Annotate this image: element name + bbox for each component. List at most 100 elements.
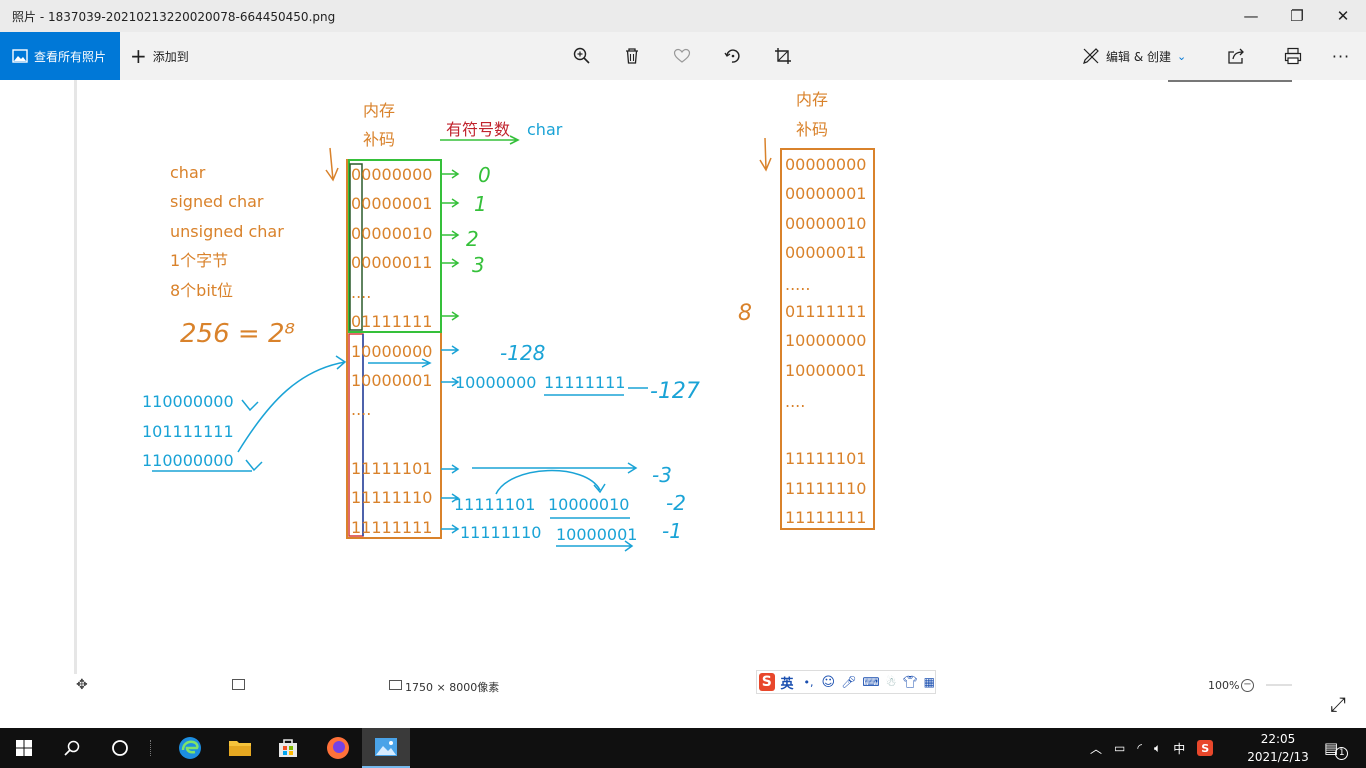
complement-header: 补码	[363, 130, 395, 149]
image-canvas: 内存 补码 有符号数 char char signed char unsigne…	[0, 80, 1366, 674]
left-value-note: 0	[478, 163, 491, 187]
taskbar-app-store[interactable]	[264, 728, 312, 768]
print-button[interactable]	[1277, 40, 1309, 72]
left-value-note: -128	[500, 341, 545, 365]
row-note: -127	[650, 379, 700, 404]
left-value-note: 127	[0, 80, 38, 85]
type-note: 1个字节	[170, 251, 228, 270]
left-binary-cell: 00000011	[351, 253, 432, 272]
left-value-note: 1	[474, 192, 487, 216]
input-language[interactable]: 中	[1173, 740, 1185, 757]
row-arrow	[441, 524, 460, 534]
toolbar: 查看所有照片 + 添加到 编辑 & 创建 ⌄ ···	[0, 32, 1366, 80]
type-note: signed char	[170, 192, 264, 211]
restore-button[interactable]: ❐	[1274, 0, 1320, 32]
row-arrow	[441, 169, 460, 179]
favorite-button[interactable]	[666, 40, 698, 72]
close-button[interactable]: ✕	[1320, 0, 1366, 32]
search-icon	[64, 740, 80, 756]
more-options-button[interactable]: ···	[1325, 40, 1357, 72]
share-button[interactable]	[1220, 40, 1252, 72]
row-arrow	[441, 230, 460, 240]
fit-window-icon[interactable]	[232, 679, 245, 690]
left-binary-cell: 11111110	[351, 488, 432, 507]
type-note: 8个bit位	[170, 281, 233, 300]
signed-number-label: 有符号数	[446, 120, 510, 139]
overflow-note: 110000000	[142, 451, 234, 470]
row-note: 10000010	[548, 495, 629, 514]
left-binary-cell: 11111101	[351, 459, 432, 478]
windows-icon	[16, 740, 32, 756]
sign-bit-marker	[349, 163, 363, 331]
punctuation-icon[interactable]: •,	[804, 676, 814, 689]
ime-mode[interactable]: 英	[781, 673, 794, 692]
emoji-icon[interactable]: ☺	[822, 675, 836, 690]
user-icon[interactable]: ☃	[886, 675, 897, 689]
search-button[interactable]	[48, 728, 96, 768]
crop-button[interactable]	[767, 40, 799, 72]
keyboard-icon[interactable]: ⌨	[862, 675, 879, 689]
printer-icon	[1284, 47, 1302, 65]
right-binary-cell: 00000011	[785, 243, 866, 262]
sogou-tray-icon[interactable]: S	[1197, 740, 1214, 756]
heart-icon	[673, 48, 691, 63]
show-hidden-icons[interactable]: ︿	[1090, 740, 1102, 757]
memory-header: 内存	[363, 101, 395, 120]
left-value-note: -3	[652, 463, 672, 487]
system-tray: ︿ ▭ ◜ 🔈︎ 中 S	[1090, 728, 1214, 768]
edge-icon	[179, 737, 201, 759]
skin-icon[interactable]: 👕︎	[902, 675, 917, 689]
start-button[interactable]	[0, 728, 48, 768]
zoom-slider[interactable]	[1266, 684, 1292, 686]
view-all-photos-label: 查看所有照片	[34, 49, 107, 64]
clock-time: 22:05	[1260, 732, 1296, 746]
add-to-button[interactable]: + 添加到	[130, 32, 189, 80]
down-arrow	[759, 137, 772, 172]
taskbar-divider	[150, 740, 153, 756]
right-binary-column: 00000000 00000001 00000010 00000011..... 011…	[785, 155, 866, 527]
left-values: 0 1 23 127 -128 -3 -2 -1	[0, 80, 686, 543]
rotate-button[interactable]	[717, 40, 749, 72]
action-center-button[interactable]: ▤ 1	[1324, 728, 1349, 768]
memory-header-right: 内存	[796, 90, 828, 109]
row-arrow	[441, 198, 460, 208]
row-arrow	[441, 311, 460, 321]
task-view-button[interactable]	[96, 728, 144, 768]
microphone-icon[interactable]: 🎤︎	[841, 675, 856, 689]
type-note: char	[170, 163, 206, 182]
fullscreen-icon[interactable]: ⤢	[1330, 692, 1346, 716]
view-all-photos-button[interactable]: 查看所有照片	[0, 32, 120, 80]
taskbar-app-edge[interactable]	[166, 728, 214, 768]
edit-create-button[interactable]: 编辑 & 创建 ⌄	[1082, 32, 1186, 80]
clock[interactable]: 22:05 2021/2/13	[1234, 730, 1322, 766]
share-icon	[1228, 48, 1244, 64]
zoom-out-icon[interactable]: −	[1241, 679, 1254, 692]
ime-toolbar: S 英 •, ☺ 🎤︎ ⌨ ☃ 👕︎ ▦	[756, 670, 936, 694]
battery-icon[interactable]: ▭	[1114, 741, 1125, 755]
taskbar-app-explorer[interactable]	[216, 728, 264, 768]
complement-header-right: 补码	[796, 120, 828, 139]
move-icon[interactable]: ✥	[76, 677, 88, 693]
photos-icon	[12, 49, 28, 63]
zoom-in-button[interactable]	[566, 40, 598, 72]
positive-range-box	[348, 159, 442, 333]
minimize-button[interactable]: —	[1228, 0, 1274, 32]
left-binary-cell: 00000001	[351, 194, 432, 213]
toolbox-icon[interactable]: ▦	[924, 675, 935, 689]
sogou-icon[interactable]: S	[759, 673, 775, 691]
right-binary-cell: ....	[785, 392, 805, 411]
photo-content: 内存 补码 有符号数 char char signed char unsigne…	[0, 80, 1292, 674]
taskbar-app-photos[interactable]	[362, 728, 410, 768]
arrow	[472, 462, 638, 474]
delete-button[interactable]	[616, 40, 648, 72]
wifi-icon[interactable]: ◜	[1137, 741, 1142, 755]
add-to-label: 添加到	[152, 49, 189, 64]
plus-icon: +	[130, 44, 147, 68]
taskbar-app-firefox[interactable]	[314, 728, 362, 768]
folder-icon	[229, 741, 251, 756]
left-binary-cell: ....	[351, 400, 371, 419]
curve-arrow	[237, 355, 347, 453]
volume-icon[interactable]: 🔈︎	[1154, 741, 1161, 756]
down-arrow	[325, 147, 339, 182]
image-dimensions: 1750 × 8000像素	[405, 681, 500, 694]
